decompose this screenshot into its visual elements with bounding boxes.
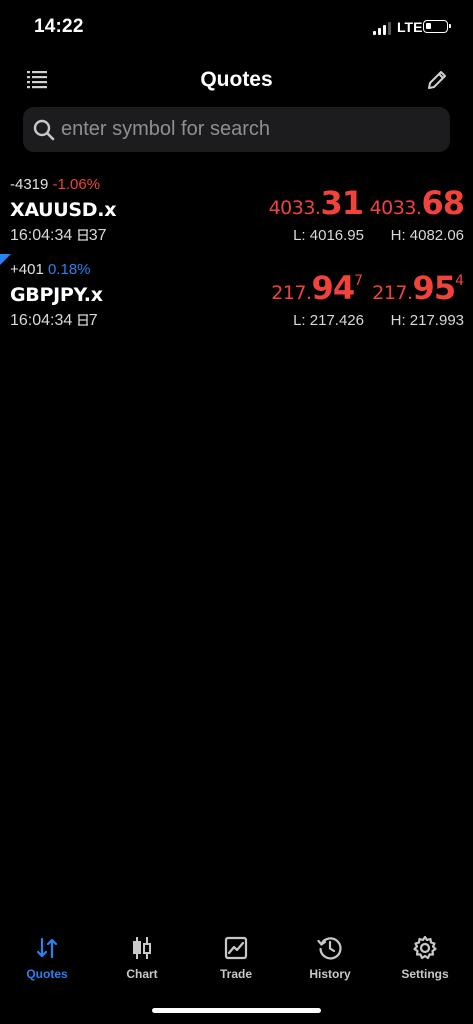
status-time: 14:22: [34, 16, 84, 37]
search-icon: [33, 119, 55, 141]
battery-icon: [423, 20, 451, 33]
tab-label: Quotes: [26, 967, 68, 981]
quote-meta: 16:04:34 37: [10, 227, 107, 245]
spread-icon: [77, 314, 88, 326]
low-price: L: 4016.95: [293, 227, 364, 244]
tab-history[interactable]: History: [283, 930, 377, 990]
bid-price[interactable]: 217.947: [271, 269, 363, 307]
signal-icon: [373, 22, 391, 35]
bid-price-sup: 7: [354, 273, 363, 289]
quote-spread: 37: [88, 227, 107, 244]
tab-quotes[interactable]: Quotes: [0, 930, 94, 990]
quote-meta: 16:04:34 7: [10, 312, 98, 330]
ask-price[interactable]: 4033.68: [369, 184, 465, 222]
edit-pencil-icon[interactable]: [425, 68, 449, 92]
quote-time: 16:04:34: [10, 312, 73, 329]
quote-change: -4319 -1.06%: [10, 176, 100, 193]
network-label: LTE: [397, 19, 423, 35]
low-price: L: 217.426: [293, 312, 364, 329]
ask-price[interactable]: 217.954: [372, 269, 464, 307]
quote-row[interactable]: -4319 -1.06% XAUUSD.x 16:04:34 37 4033.3…: [0, 176, 473, 260]
home-indicator: [152, 1008, 321, 1013]
tab-trade[interactable]: Trade: [189, 930, 283, 990]
bid-price-small: 4033.: [268, 197, 321, 219]
bid-price-big: 94: [311, 269, 356, 307]
trade-chart-icon: [224, 936, 248, 960]
quote-row[interactable]: +401 0.18% GBPJPY.x 16:04:34 7 217.947 2…: [0, 261, 473, 345]
tab-bar: Quotes Chart Trade History Settings: [0, 930, 473, 990]
candlestick-icon: [133, 937, 151, 959]
symbol-name: GBPJPY.x: [10, 284, 103, 306]
tab-chart[interactable]: Chart: [95, 930, 189, 990]
quote-change: +401 0.18%: [10, 261, 91, 278]
quote-time: 16:04:34: [10, 227, 73, 244]
bid-price[interactable]: 4033.31: [268, 184, 364, 222]
change-percent: -1.06%: [52, 176, 101, 193]
history-clock-icon: [317, 937, 342, 960]
ask-price-big: 68: [421, 184, 465, 222]
high-price: H: 4082.06: [390, 227, 464, 244]
bid-price-big: 31: [320, 184, 364, 222]
change-points: +401: [10, 261, 44, 278]
high-price: H: 217.993: [390, 312, 464, 329]
gear-icon: [413, 935, 437, 960]
tab-label: Settings: [401, 967, 449, 981]
nav-bar: Quotes: [0, 60, 473, 100]
ask-price-small: 4033.: [369, 197, 422, 219]
quotes-arrows-icon: [36, 937, 58, 959]
tab-label: Trade: [219, 967, 252, 981]
tab-settings[interactable]: Settings: [378, 930, 472, 990]
ask-price-small: 217.: [372, 282, 413, 304]
status-bar: 14:22 LTE: [0, 0, 473, 56]
page-title: Quotes: [200, 68, 273, 91]
search-input[interactable]: [61, 107, 441, 152]
bid-price-small: 217.: [271, 282, 312, 304]
spread-icon: [77, 229, 88, 241]
symbol-name: XAUUSD.x: [10, 199, 117, 221]
change-points: -4319: [10, 176, 49, 193]
quote-spread: 7: [88, 312, 98, 329]
ask-price-big: 95: [412, 269, 457, 307]
search-bar[interactable]: [23, 107, 450, 152]
tab-label: Chart: [126, 967, 158, 981]
change-percent: 0.18%: [47, 261, 91, 278]
ask-price-sup: 4: [455, 273, 464, 289]
tab-label: History: [309, 967, 351, 981]
